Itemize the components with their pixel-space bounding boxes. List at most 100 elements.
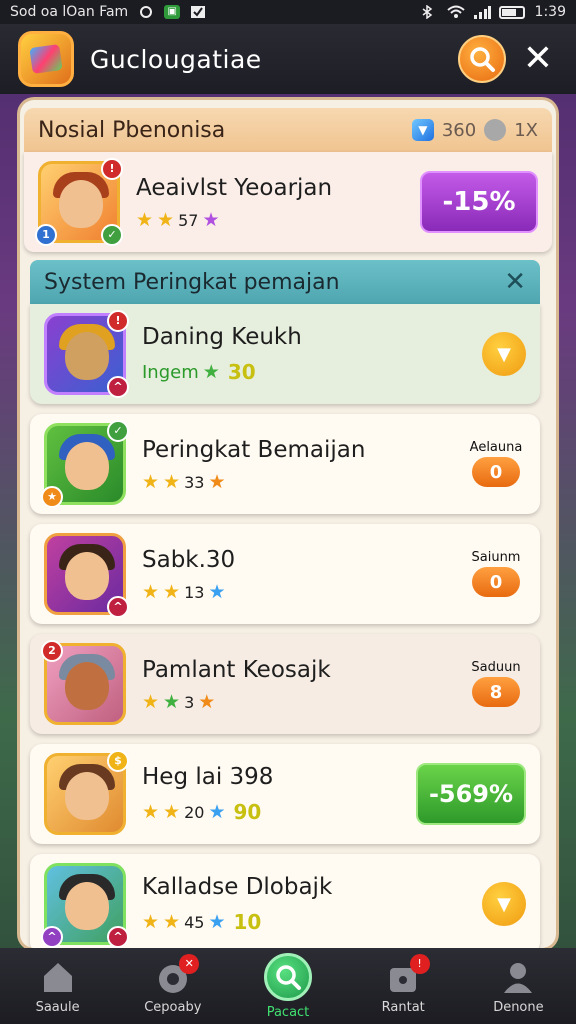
- profile-icon: [504, 962, 533, 993]
- star-icon: ★: [208, 910, 226, 933]
- player-rating: ★ ★ 45 ★ 10: [142, 910, 332, 934]
- avatar: ^: [44, 533, 129, 618]
- stat-value: 0: [472, 567, 520, 597]
- coin-badge-icon: $: [107, 750, 129, 772]
- nav-label: Saaule: [35, 999, 80, 1015]
- player-name: Aeaivlst Yeoarjan: [136, 174, 333, 201]
- star-icon: ★: [157, 208, 175, 231]
- player-name: Pamlant Keosajk: [142, 656, 331, 683]
- badge-icon: 2: [41, 640, 63, 662]
- player-card[interactable]: ✓ ★ Peringkat Bemaijan ★ ★ 33 ★ Aelauna …: [30, 414, 540, 514]
- stat-label: Saduun: [471, 660, 521, 675]
- star-icon: ★: [142, 910, 160, 933]
- stars-count: 3: [184, 692, 195, 712]
- notification-badge: ✕: [179, 954, 200, 974]
- stars-count: 33: [184, 472, 205, 492]
- close-icon[interactable]: ✕: [504, 267, 526, 297]
- avatar: 2: [41, 640, 126, 725]
- app-header: Guclougatiae ✕: [0, 24, 576, 94]
- player-card[interactable]: ! ^ Daning Keukh Ingem ★ 30 ▼: [30, 304, 540, 404]
- sync-icon: [138, 5, 154, 19]
- star-icon: ★: [142, 470, 160, 493]
- stars-count: 45: [184, 912, 205, 932]
- player-name: Heg lai 398: [142, 764, 274, 790]
- player-name: Kalladse Dlobajk: [142, 874, 333, 900]
- player-rating: ★ ★ 13 ★: [142, 580, 235, 603]
- nav-item-camera[interactable]: ✕ Cepoaby: [115, 948, 230, 1024]
- stat-label: Saiunm: [471, 550, 521, 565]
- collect-button[interactable]: ▼: [482, 332, 526, 376]
- star-icon: ★: [208, 800, 226, 823]
- badge-icon: ^: [107, 596, 129, 618]
- level-value: 30: [227, 360, 256, 384]
- stars-count: 57: [178, 210, 199, 230]
- star-icon: ★: [198, 690, 216, 713]
- star-icon: ★: [163, 580, 181, 603]
- discount-button[interactable]: -15%: [420, 171, 538, 233]
- star-purple-icon: ★: [202, 208, 220, 231]
- badge-icon: ★: [41, 486, 63, 508]
- page-title: Guclougatiae: [90, 44, 262, 74]
- close-button[interactable]: ✕: [518, 39, 558, 79]
- star-icon: ★: [202, 360, 220, 383]
- bluetooth-icon: [421, 4, 437, 20]
- ranking-panel: Nosial Pbenonisa ▼ 360 1X ! 1 ✓ Aeaivlst…: [20, 100, 556, 948]
- player-name: Peringkat Bemaijan: [142, 436, 366, 463]
- battery-icon: [498, 5, 525, 19]
- player-stat[interactable]: Saiunm 0: [466, 550, 526, 598]
- badge-icon: ^: [41, 926, 63, 948]
- level-value: 90: [233, 800, 262, 824]
- player-stat[interactable]: Saduun 8: [466, 660, 526, 708]
- player-card[interactable]: 2 Pamlant Keosajk ★ ★ 3 ★ Saduun 8: [30, 634, 540, 734]
- level-value: 10: [233, 910, 262, 934]
- badge-icon: ^: [107, 926, 129, 948]
- player-card[interactable]: $ Heg lai 398 ★ ★ 20 ★ 90 -569%: [30, 744, 540, 844]
- stars-count: 20: [184, 802, 205, 822]
- level-badge-icon: 1: [35, 224, 57, 246]
- section-title: System Peringkat pemajan: [44, 269, 340, 295]
- boost-button[interactable]: -569%: [416, 763, 526, 825]
- star-icon: ★: [142, 800, 160, 823]
- nav-label: Cepoaby: [144, 999, 202, 1015]
- nav-item-home[interactable]: Saaule: [0, 948, 115, 1024]
- section-stats: ▼ 360 1X: [411, 119, 538, 141]
- nav-item-profile[interactable]: Denone: [461, 948, 576, 1024]
- player-card-featured[interactable]: ! 1 ✓ Aeaivlst Yeoarjan ★ ★ 57 ★ -15%: [24, 152, 552, 252]
- gem-icon: ▼: [411, 119, 434, 141]
- avatar: ! ^: [44, 310, 129, 398]
- player-rating: Ingem ★ 30: [142, 360, 302, 384]
- chevron-down-icon: ▼: [497, 343, 511, 365]
- player-card[interactable]: ^ Sabk.30 ★ ★ 13 ★ Saiunm 0: [30, 524, 540, 624]
- player-rating: ★ ★ 57 ★: [136, 208, 332, 231]
- player-stat[interactable]: Aelauna 0: [466, 440, 526, 488]
- star-icon: ★: [163, 690, 181, 713]
- badge-icon: !: [107, 310, 129, 332]
- bag-icon: [484, 119, 507, 141]
- player-rating: ★ ★ 33 ★: [142, 470, 365, 493]
- nav-label: Denone: [493, 999, 544, 1015]
- star-icon: ★: [142, 580, 160, 603]
- player-card[interactable]: ^ ^ Kalladse Dlobajk ★ ★ 45 ★ 10 ▼: [30, 854, 540, 948]
- app-notification-icon: ▣: [164, 5, 181, 19]
- status-text: Sod oa lOan Fam: [10, 4, 129, 20]
- stat-label: Aelauna: [469, 440, 523, 455]
- collect-button[interactable]: ▼: [482, 882, 526, 926]
- avatar: $: [44, 750, 129, 835]
- app-logo[interactable]: [18, 31, 74, 87]
- section-title: Nosial Pbenonisa: [38, 117, 226, 143]
- avatar: ! 1 ✓: [35, 158, 123, 246]
- chevron-down-icon: ▼: [497, 893, 511, 915]
- star-icon: ★: [208, 580, 226, 603]
- status-bar: Sod oa lOan Fam ▣ 1:39: [0, 0, 576, 24]
- close-icon: ✕: [522, 38, 554, 79]
- home-icon: [43, 962, 72, 992]
- stat-value: 8: [472, 677, 520, 707]
- nav-item-search[interactable]: Pacact: [230, 948, 345, 1024]
- player-name: Sabk.30: [142, 546, 236, 573]
- star-icon: ★: [163, 800, 181, 823]
- avatar: ✓ ★: [41, 420, 129, 508]
- nav-item-shop[interactable]: ! Rantat: [346, 948, 461, 1024]
- player-rating: ★ ★ 20 ★ 90: [142, 800, 273, 824]
- search-button[interactable]: [458, 35, 506, 83]
- badge-icon: !: [101, 158, 123, 180]
